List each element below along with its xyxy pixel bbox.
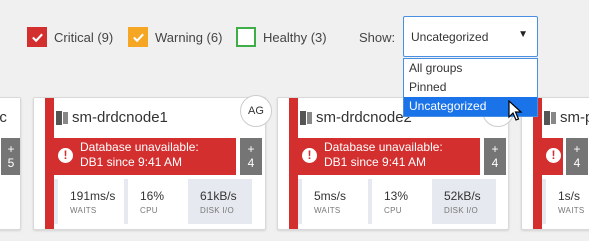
alert-line-1: Database unavailable:: [324, 140, 443, 154]
cpu-label: CPU: [384, 206, 402, 215]
checkmark-icon: [132, 33, 144, 42]
alert-icon: !: [546, 148, 561, 163]
server-card-partial-left[interactable]: oc + 5: [0, 97, 21, 230]
metric-cpu[interactable]: 13% CPU: [368, 179, 424, 224]
waits-label: WAITS: [558, 206, 585, 215]
metric-waits[interactable]: 1s/s WAITS: [542, 179, 589, 224]
alert-line-2: DB1 since 9:41 AM: [324, 155, 427, 169]
filter-critical[interactable]: Critical (9): [27, 27, 113, 47]
healthy-checkbox[interactable]: [236, 27, 256, 47]
metrics-row: 191ms/s WAITS 16% CPU 61kB/s DISK I/O: [54, 179, 252, 224]
database-icon: [300, 110, 312, 125]
card-title: sm-drdcnode2: [300, 109, 412, 126]
disk-value: 52kB/s: [444, 189, 481, 203]
cpu-value: 16%: [140, 189, 165, 203]
waits-value: 191ms/s: [70, 189, 116, 203]
metrics-row: 1s/s WAITS: [542, 179, 589, 224]
show-select-value: Uncategorized: [411, 30, 489, 44]
availability-group-badge[interactable]: AG: [240, 95, 272, 127]
more-alerts-badge[interactable]: + 4: [484, 138, 506, 175]
filter-healthy[interactable]: Healthy (3): [236, 27, 327, 47]
show-select[interactable]: Uncategorized ▼: [403, 16, 538, 57]
dropdown-arrow-icon: ▼: [518, 29, 528, 40]
healthy-label: Healthy (3): [263, 29, 327, 45]
card-name-fragment: sm-p: [560, 109, 589, 126]
card-title: sm-p: [544, 109, 589, 126]
disk-value: 61kB/s: [200, 189, 237, 203]
disk-label: DISK I/O: [444, 206, 478, 215]
waits-value: 5ms/s: [314, 189, 347, 203]
metric-disk-io[interactable]: 52kB/s DISK I/O: [432, 179, 496, 224]
metrics-row: 5ms/s WAITS 13% CPU 52kB/s DISK I/O: [298, 179, 496, 224]
filter-warning[interactable]: Warning (6): [128, 27, 222, 47]
metric-waits[interactable]: 5ms/s WAITS: [298, 179, 360, 224]
option-pinned[interactable]: Pinned: [404, 78, 537, 97]
cpu-label: CPU: [140, 206, 158, 215]
alert-banner[interactable]: !: [533, 138, 563, 175]
waits-label: WAITS: [314, 206, 341, 215]
alert-line-1: Database unavailable:: [80, 140, 199, 154]
warning-label: Warning (6): [155, 29, 223, 45]
alert-line-2: DB1 since 9:41 AM: [80, 155, 183, 169]
card-name-fragment: oc: [0, 109, 7, 126]
cpu-value: 13%: [384, 189, 409, 203]
checkmark-icon: [31, 33, 43, 42]
more-alerts-badge[interactable]: + 4: [240, 138, 262, 175]
card-name: sm-drdcnode2: [316, 109, 412, 126]
database-icon: [544, 110, 556, 125]
alert-icon: !: [58, 148, 73, 163]
metric-disk-io[interactable]: 61kB/s DISK I/O: [188, 179, 252, 224]
card-name: sm-drdcnode1: [72, 109, 168, 126]
alert-banner[interactable]: ! Database unavailable: DB1 since 9:41 A…: [289, 138, 480, 175]
metric-cpu[interactable]: 16% CPU: [124, 179, 180, 224]
waits-label: WAITS: [70, 206, 97, 215]
critical-label: Critical (9): [54, 29, 114, 45]
more-alerts-badge[interactable]: + 4: [566, 138, 588, 175]
alert-banner[interactable]: ! Database unavailable: DB1 since 9:41 A…: [45, 138, 236, 175]
card-title: sm-drdcnode1: [56, 109, 168, 126]
option-all-groups[interactable]: All groups: [404, 59, 537, 78]
metric-waits[interactable]: 191ms/s WAITS: [54, 179, 116, 224]
show-label: Show:: [359, 30, 396, 45]
more-alerts-badge[interactable]: + 5: [1, 138, 20, 175]
critical-checkbox[interactable]: [27, 27, 47, 47]
waits-value: 1s/s: [558, 189, 581, 203]
mouse-cursor-icon: [508, 100, 523, 121]
disk-label: DISK I/O: [200, 206, 234, 215]
server-card[interactable]: sm-drdcnode1 ! Database unavailable: DB1…: [33, 97, 266, 230]
alert-icon: !: [302, 148, 317, 163]
database-icon: [56, 110, 68, 125]
warning-checkbox[interactable]: [128, 27, 148, 47]
